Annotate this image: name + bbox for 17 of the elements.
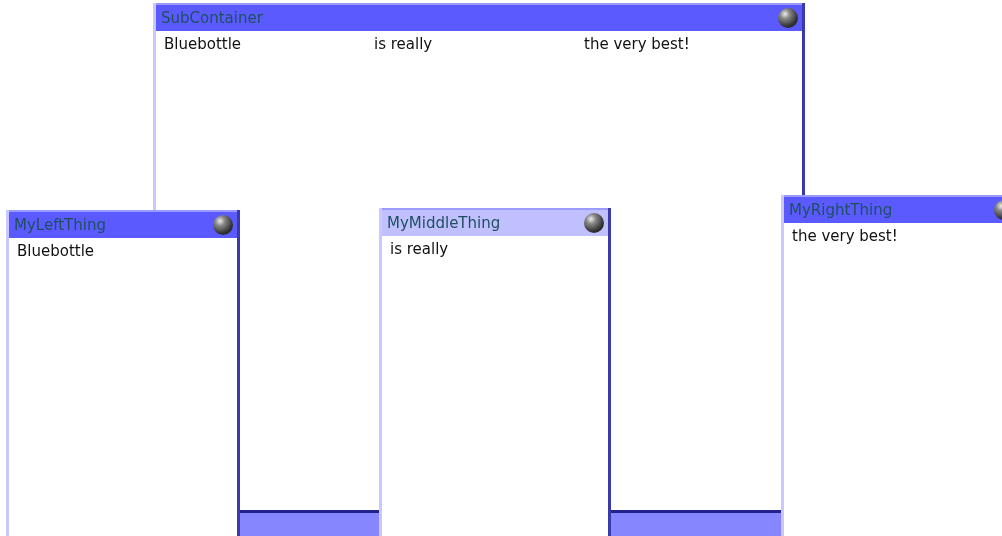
- ball-icon[interactable]: [778, 8, 798, 28]
- title-bar[interactable]: MyRightThing: [784, 195, 1002, 223]
- title-bar[interactable]: MyMiddleThing: [382, 208, 608, 236]
- cell-text: the very best!: [584, 35, 691, 53]
- window-title: MyRightThing: [789, 201, 893, 219]
- window-title: SubContainer: [161, 9, 263, 27]
- ball-icon[interactable]: [213, 215, 233, 235]
- window-text: the very best!: [792, 227, 898, 245]
- title-bar[interactable]: SubContainer: [156, 3, 802, 31]
- title-bar[interactable]: MyLeftThing: [9, 210, 237, 238]
- window-text: is really: [390, 240, 449, 258]
- window-title: MyMiddleThing: [387, 214, 501, 232]
- ball-icon[interactable]: [584, 213, 604, 233]
- cell-text: is really: [374, 35, 434, 53]
- window-title: MyLeftThing: [14, 216, 106, 234]
- window-text: Bluebottle: [17, 242, 95, 260]
- cell-text: Bluebottle: [164, 35, 243, 53]
